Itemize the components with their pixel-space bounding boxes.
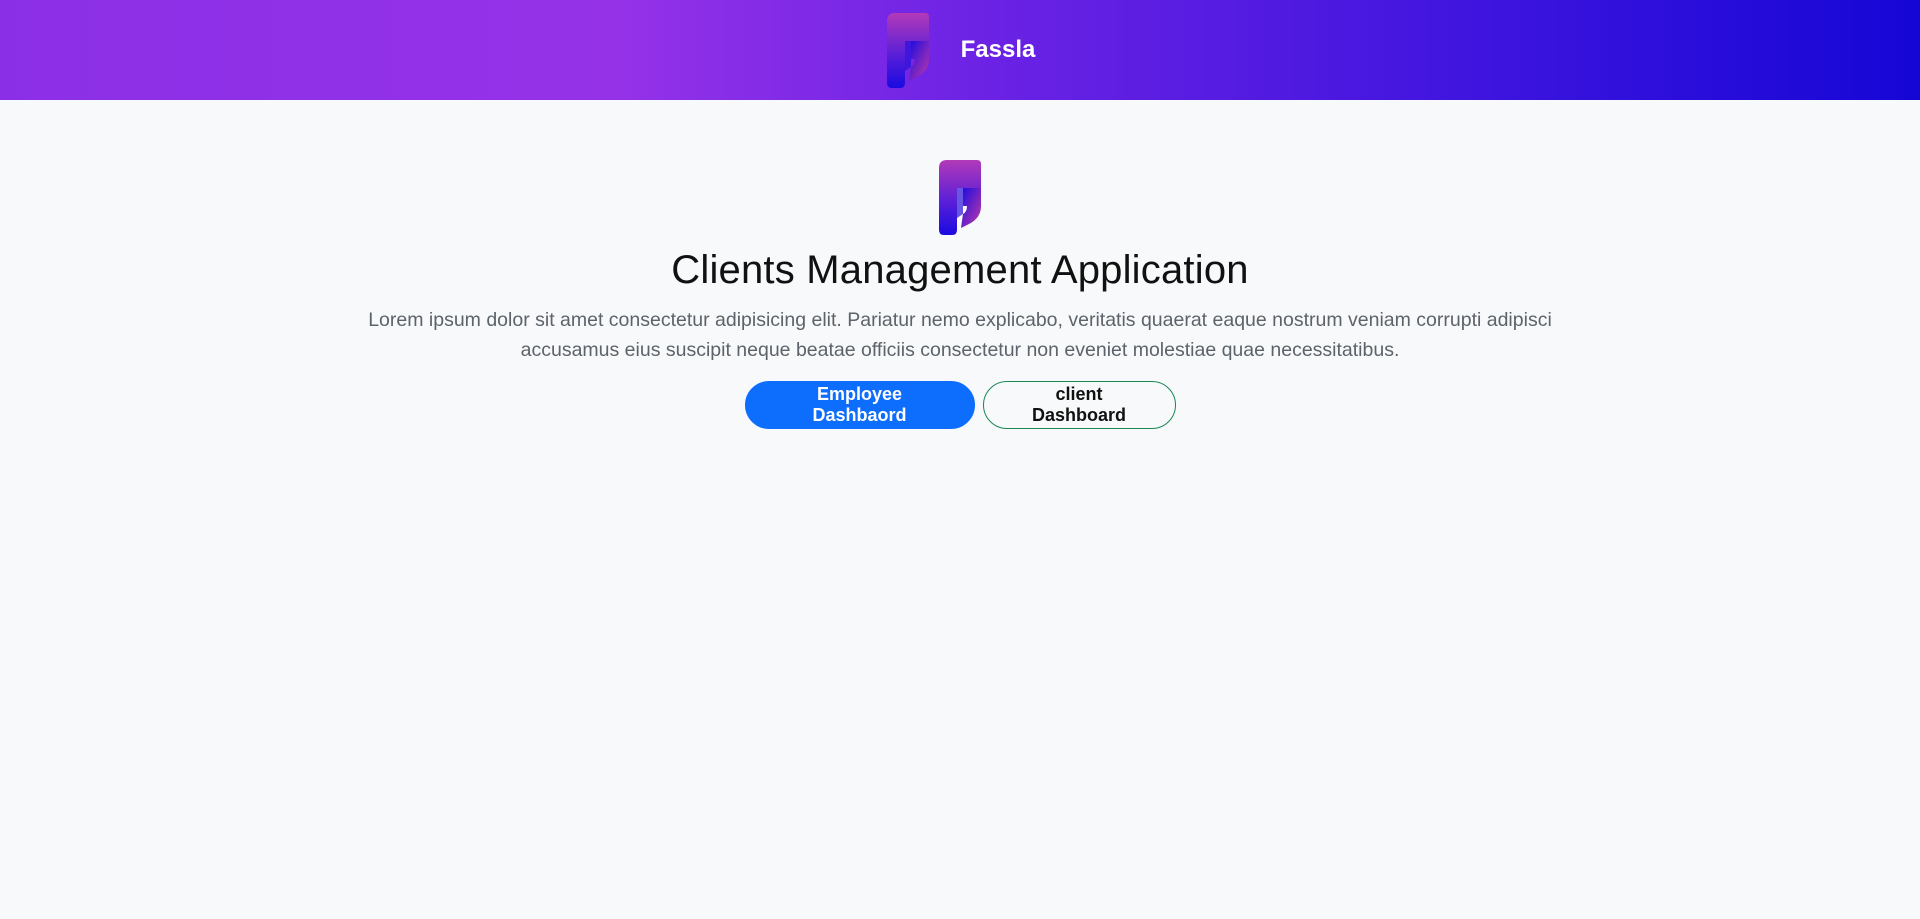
navbar: Fassla [0, 0, 1920, 100]
brand-name: Fassla [960, 36, 1036, 63]
fassla-logo-icon [939, 160, 981, 235]
page-title: Clients Management Application [671, 248, 1249, 292]
hero-actions: Employee Dashbaord client Dashboard [744, 381, 1176, 429]
brand-link[interactable]: Fassla [885, 11, 1036, 89]
client-dashboard-button[interactable]: client Dashboard [982, 381, 1176, 429]
employee-dashboard-button[interactable]: Employee Dashbaord [744, 381, 975, 429]
hero-section: Clients Management Application Lorem ips… [0, 158, 1920, 429]
fassla-logo-icon [886, 13, 929, 88]
hero-description: Lorem ipsum dolor sit amet consectetur a… [368, 309, 1552, 361]
